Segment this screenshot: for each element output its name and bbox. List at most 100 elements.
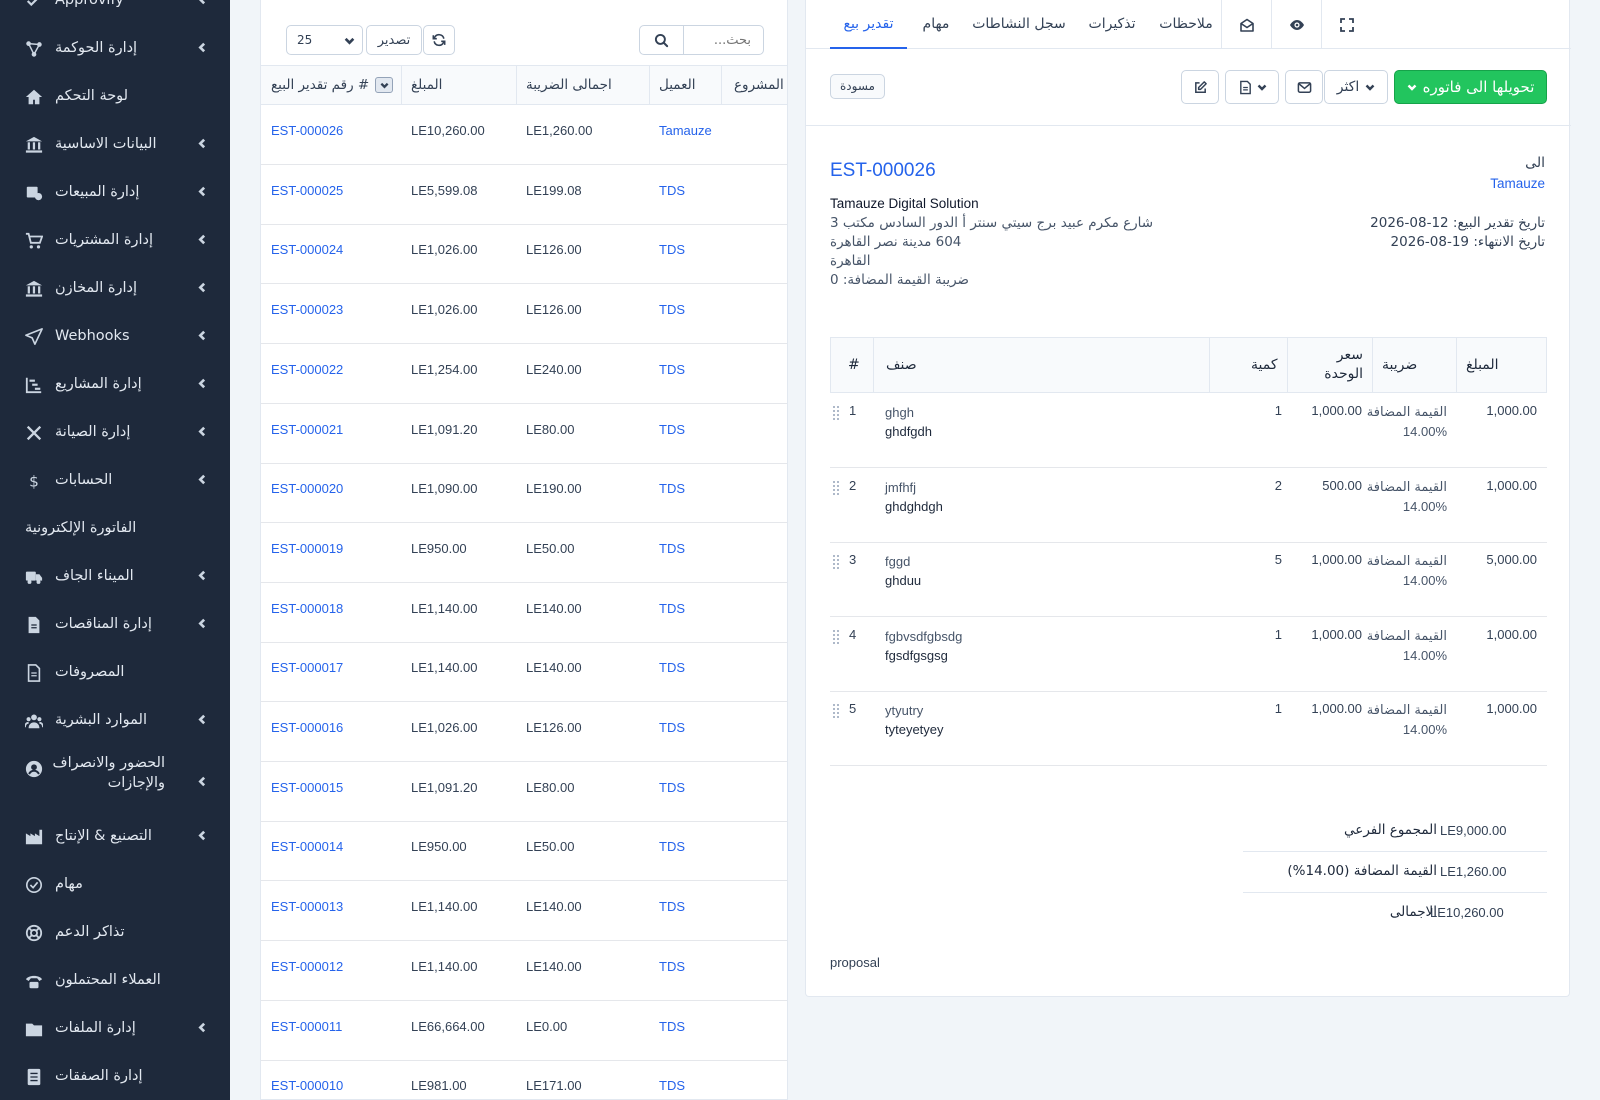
table-row[interactable]: EST-000015 LE1,091.20 LE80.00 TDS — [261, 762, 787, 822]
table-row[interactable]: EST-000011 LE66,664.00 LE0.00 TDS — [261, 1001, 787, 1061]
mail-open-button[interactable] — [1221, 0, 1271, 49]
client-link[interactable]: TDS — [659, 1078, 685, 1093]
client-link[interactable]: TDS — [659, 660, 685, 675]
drag-handle-icon[interactable] — [832, 703, 840, 719]
send-email-button[interactable] — [1285, 70, 1323, 104]
table-row[interactable]: EST-000018 LE1,140.00 LE140.00 TDS — [261, 583, 787, 643]
sidebar-item[interactable]: إدارة الصفقات — [0, 1053, 230, 1100]
sidebar-item[interactable]: Approvify — [0, 0, 230, 25]
drag-handle-icon[interactable] — [832, 480, 840, 496]
estimate-number-link[interactable]: EST-000022 — [271, 362, 343, 377]
estimate-number-link[interactable]: EST-000020 — [271, 481, 343, 496]
estimate-number-link[interactable]: EST-000011 — [271, 1019, 342, 1034]
estimate-number-link[interactable]: EST-000023 — [271, 302, 343, 317]
client-link[interactable]: TDS — [659, 839, 685, 854]
sidebar-item[interactable]: إدارة الصيانة — [0, 409, 230, 457]
sidebar-item[interactable]: الميناء الجاف — [0, 553, 230, 601]
column-amount[interactable]: المبلغ — [411, 66, 442, 105]
convert-to-invoice-button[interactable]: تحويلها الى فاتوره — [1394, 70, 1547, 104]
export-button[interactable]: تصدير — [366, 25, 422, 55]
sidebar-item[interactable]: تذاكر الدعم — [0, 909, 230, 957]
drag-handle-icon[interactable] — [832, 405, 840, 421]
sidebar-item[interactable]: الفاتورة الإلكترونية — [0, 505, 230, 553]
view-button[interactable] — [1271, 0, 1321, 49]
client-link[interactable]: TDS — [659, 362, 685, 377]
client-link[interactable]: TDS — [659, 899, 685, 914]
table-row[interactable]: EST-000012 LE1,140.00 LE140.00 TDS — [261, 941, 787, 1001]
column-total-tax[interactable]: اجمالى الضريبة — [526, 66, 612, 105]
estimate-number-link[interactable]: EST-000024 — [271, 242, 343, 257]
client-link[interactable]: TDS — [659, 1019, 685, 1034]
sidebar-item[interactable]: إدارة المناقصات — [0, 601, 230, 649]
client-link[interactable]: Tamauze — [659, 123, 712, 138]
search-input[interactable] — [683, 26, 763, 54]
estimate-number-link[interactable]: EST-000026 — [271, 123, 343, 138]
table-row[interactable]: EST-000023 LE1,026.00 LE126.00 TDS — [261, 284, 787, 345]
table-row[interactable]: EST-000020 LE1,090.00 LE190.00 TDS — [261, 463, 787, 524]
tab-tasks[interactable]: مهام — [912, 0, 960, 49]
tab-estimate[interactable]: تقدير بيع — [830, 0, 907, 49]
column-client[interactable]: العميل — [659, 66, 695, 105]
more-dropdown-button[interactable]: اكثر — [1324, 70, 1388, 104]
table-row[interactable]: EST-000010 LE981.00 LE171.00 TDS — [261, 1060, 787, 1099]
estimate-number-link[interactable]: EST-000015 — [271, 780, 343, 795]
table-row[interactable]: EST-000022 LE1,254.00 LE240.00 TDS — [261, 344, 787, 404]
estimate-number-link[interactable]: EST-000021 — [271, 422, 343, 437]
table-row[interactable]: EST-000013 LE1,140.00 LE140.00 TDS — [261, 881, 787, 942]
to-client-link[interactable]: Tamauze — [1490, 176, 1545, 191]
estimate-number-link[interactable]: EST-000012 — [271, 959, 343, 974]
tab-reminders[interactable]: تذكيرات — [1079, 0, 1145, 49]
sidebar-item[interactable]: إدارة المشتريات — [0, 217, 230, 265]
client-link[interactable]: TDS — [659, 183, 685, 198]
estimate-number-link[interactable]: EST-000025 — [271, 183, 343, 198]
estimate-number-link[interactable]: EST-000018 — [271, 601, 343, 616]
table-row[interactable]: EST-000025 LE5,599.08 LE199.08 TDS — [261, 165, 787, 225]
edit-button[interactable] — [1181, 70, 1219, 104]
sidebar-item[interactable]: إدارة المشاريع — [0, 361, 230, 409]
client-link[interactable]: TDS — [659, 481, 685, 496]
column-estimate-number[interactable]: # رقم تقدير البيع — [271, 66, 369, 105]
sidebar-item[interactable]: العملاء المحتملون — [0, 957, 230, 1005]
client-link[interactable]: TDS — [659, 601, 685, 616]
client-link[interactable]: TDS — [659, 780, 685, 795]
drag-handle-icon[interactable] — [832, 629, 840, 645]
table-row[interactable]: EST-000024 LE1,026.00 LE126.00 TDS — [261, 224, 787, 285]
sidebar-item[interactable]: مهام — [0, 861, 230, 909]
fullscreen-button[interactable] — [1321, 0, 1371, 49]
client-link[interactable]: TDS — [659, 720, 685, 735]
estimate-number-link[interactable]: EST-000019 — [271, 541, 343, 556]
sidebar-item[interactable]: $ الحسابات — [0, 457, 230, 505]
estimate-number-link[interactable]: EST-000017 — [271, 660, 343, 675]
table-row[interactable]: EST-000026 LE10,260.00 LE1,260.00 Tamauze — [261, 105, 787, 165]
client-link[interactable]: TDS — [659, 959, 685, 974]
sidebar-item[interactable]: المصروفات — [0, 649, 230, 697]
sidebar-item[interactable]: إدارة المبيعات — [0, 169, 230, 217]
estimate-number-link[interactable]: EST-000016 — [271, 720, 343, 735]
client-link[interactable]: TDS — [659, 422, 685, 437]
pdf-dropdown-button[interactable] — [1225, 70, 1279, 104]
refresh-button[interactable] — [423, 25, 455, 55]
client-link[interactable]: TDS — [659, 541, 685, 556]
sidebar-item[interactable]: الحضور والانصراف والإجازات — [0, 745, 230, 813]
sidebar-item[interactable]: إدارة الحوكمة — [0, 25, 230, 73]
estimate-number-link[interactable]: EST-000010 — [271, 1078, 343, 1093]
tab-notes[interactable]: ملاحظات — [1151, 0, 1221, 49]
sidebar-item[interactable]: إدارة الملفات — [0, 1005, 230, 1053]
table-row[interactable]: EST-000016 LE1,026.00 LE126.00 TDS — [261, 702, 787, 762]
table-row[interactable]: EST-000014 LE950.00 LE50.00 TDS — [261, 821, 787, 882]
search-button[interactable] — [640, 26, 684, 54]
sort-toggle-button[interactable] — [375, 77, 393, 93]
sidebar-item[interactable]: التصنيع & الإنتاج — [0, 813, 230, 861]
table-row[interactable]: EST-000021 LE1,091.20 LE80.00 TDS — [261, 404, 787, 464]
sidebar-item[interactable]: البيانات الاساسية — [0, 121, 230, 169]
client-link[interactable]: TDS — [659, 302, 685, 317]
table-row[interactable]: EST-000019 LE950.00 LE50.00 TDS — [261, 523, 787, 583]
table-row[interactable]: EST-000017 LE1,140.00 LE140.00 TDS — [261, 642, 787, 703]
tab-activity-log[interactable]: سجل النشاطات — [969, 0, 1069, 49]
drag-handle-icon[interactable] — [832, 554, 840, 570]
estimate-number-link[interactable]: EST-000013 — [271, 899, 343, 914]
estimate-number-link[interactable]: EST-000014 — [271, 839, 343, 854]
page-size-select[interactable]: 25 — [286, 25, 363, 55]
client-link[interactable]: TDS — [659, 242, 685, 257]
column-project[interactable]: المشروع — [734, 66, 784, 105]
